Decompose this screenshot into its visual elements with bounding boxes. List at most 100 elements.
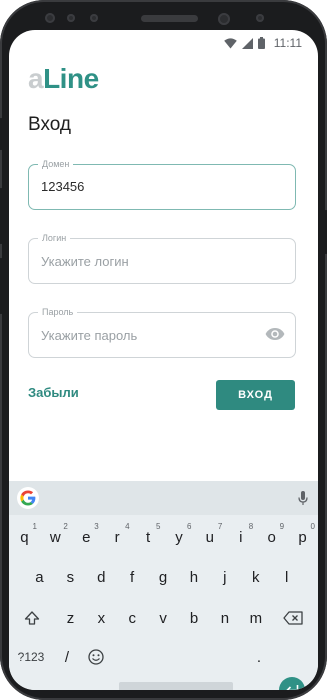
login-input[interactable] bbox=[41, 251, 261, 271]
key-j[interactable]: j bbox=[209, 563, 240, 591]
key-number-hint: 1 bbox=[32, 522, 37, 531]
key-number-hint: 6 bbox=[186, 522, 192, 531]
status-bar: 11:11 bbox=[9, 30, 318, 56]
key-y[interactable]: y6 bbox=[164, 522, 195, 551]
sensor bbox=[45, 13, 55, 23]
sensor bbox=[256, 14, 264, 22]
emoji-key[interactable] bbox=[83, 643, 109, 671]
password-input[interactable] bbox=[41, 325, 261, 345]
key-n[interactable]: n bbox=[210, 604, 241, 632]
key-x[interactable]: x bbox=[86, 604, 117, 632]
shift-key[interactable] bbox=[15, 604, 49, 632]
key-number-hint: 3 bbox=[94, 522, 99, 531]
wifi-icon bbox=[223, 37, 237, 48]
key-label: y bbox=[175, 528, 183, 546]
key-c[interactable]: c bbox=[117, 604, 148, 632]
enter-key[interactable] bbox=[279, 677, 305, 690]
backspace-key[interactable] bbox=[275, 604, 311, 632]
key-e[interactable]: e3 bbox=[71, 522, 102, 551]
key-label: m bbox=[249, 609, 263, 627]
front-camera bbox=[218, 13, 230, 25]
key-d[interactable]: d bbox=[86, 563, 117, 591]
key-m[interactable]: m bbox=[240, 604, 271, 632]
key-f[interactable]: f bbox=[117, 563, 148, 591]
password-field[interactable]: Пароль bbox=[28, 306, 296, 358]
key-q[interactable]: q1 bbox=[9, 522, 40, 551]
key-label: v bbox=[159, 609, 167, 627]
status-icons: 11:11 bbox=[223, 36, 302, 50]
page-title: Вход bbox=[28, 114, 71, 135]
key-label: i bbox=[239, 528, 243, 546]
key-label: h bbox=[189, 568, 199, 586]
phone-top-bezel bbox=[0, 8, 327, 30]
phone-frame: 11:11 aLine Вход Домен 123456 Логин Паро… bbox=[0, 0, 327, 700]
key-p[interactable]: p0 bbox=[287, 522, 318, 551]
domain-value: 123456 bbox=[41, 179, 85, 194]
login-field[interactable]: Логин bbox=[28, 232, 296, 284]
key-number-hint: 8 bbox=[248, 522, 254, 531]
key-number-hint: 7 bbox=[217, 522, 223, 531]
key-r[interactable]: r4 bbox=[102, 522, 133, 551]
sensor bbox=[90, 14, 98, 22]
enter-arrow-icon bbox=[286, 685, 299, 690]
key-label: p bbox=[298, 528, 307, 546]
key-a[interactable]: a bbox=[24, 563, 55, 591]
side-button bbox=[0, 258, 3, 314]
key-label: d bbox=[97, 568, 106, 586]
eye-icon[interactable] bbox=[265, 327, 285, 341]
period-key[interactable]: . bbox=[247, 643, 271, 671]
key-label: g bbox=[158, 568, 168, 586]
symbols-key[interactable]: ?123 bbox=[13, 643, 49, 671]
side-button bbox=[0, 188, 3, 244]
key-label: r bbox=[114, 528, 120, 546]
key-number-hint: 0 bbox=[310, 522, 315, 531]
key-label: q bbox=[20, 528, 29, 546]
key-u[interactable]: u7 bbox=[194, 522, 225, 551]
key-g[interactable]: g bbox=[148, 563, 179, 591]
space-key[interactable] bbox=[119, 682, 233, 690]
password-label: Пароль bbox=[38, 306, 78, 318]
key-w[interactable]: w2 bbox=[40, 522, 71, 551]
key-label: k bbox=[251, 568, 260, 586]
key-t[interactable]: t5 bbox=[133, 522, 164, 551]
key-label: o bbox=[267, 528, 276, 546]
key-i[interactable]: i8 bbox=[225, 522, 256, 551]
key-v[interactable]: v bbox=[148, 604, 179, 632]
signal-icon bbox=[241, 37, 253, 49]
emoji-icon bbox=[88, 649, 104, 665]
key-s[interactable]: s bbox=[55, 563, 86, 591]
logo-prefix: a bbox=[28, 63, 44, 94]
google-icon[interactable] bbox=[17, 487, 39, 509]
keyboard: q1w2e3r4t5y6u7i8o9p0asdfghjklzxcvbnm ?12… bbox=[9, 481, 318, 690]
key-h[interactable]: h bbox=[179, 563, 210, 591]
key-label: e bbox=[82, 528, 91, 546]
key-b[interactable]: b bbox=[179, 604, 210, 632]
keyboard-suggestion-bar bbox=[9, 481, 318, 515]
shift-icon bbox=[24, 611, 40, 625]
forgot-link[interactable]: Забыли bbox=[28, 385, 79, 400]
key-label: x bbox=[97, 609, 106, 627]
key-label: f bbox=[130, 568, 135, 586]
key-number-hint: 2 bbox=[63, 522, 68, 531]
key-number-hint: 4 bbox=[125, 522, 130, 531]
status-time: 11:11 bbox=[273, 36, 302, 50]
battery-icon bbox=[257, 37, 265, 49]
key-z[interactable]: z bbox=[55, 604, 86, 632]
key-label: a bbox=[35, 568, 44, 586]
domain-field[interactable]: Домен 123456 bbox=[28, 158, 296, 210]
key-l[interactable]: l bbox=[271, 563, 302, 591]
key-k[interactable]: k bbox=[240, 563, 271, 591]
key-number-hint: 9 bbox=[279, 522, 285, 531]
key-label: l bbox=[284, 568, 289, 586]
key-label: w bbox=[49, 528, 61, 546]
slash-key[interactable]: / bbox=[55, 643, 79, 671]
key-o[interactable]: o9 bbox=[256, 522, 287, 551]
backspace-icon bbox=[283, 611, 303, 625]
key-label: n bbox=[220, 609, 230, 627]
app-logo: aLine bbox=[28, 62, 99, 96]
key-label: t bbox=[145, 528, 151, 546]
microphone-icon[interactable] bbox=[298, 490, 308, 506]
key-number-hint: 5 bbox=[156, 522, 161, 531]
key-label: u bbox=[205, 528, 214, 546]
login-button[interactable]: ВХОД bbox=[216, 380, 295, 410]
